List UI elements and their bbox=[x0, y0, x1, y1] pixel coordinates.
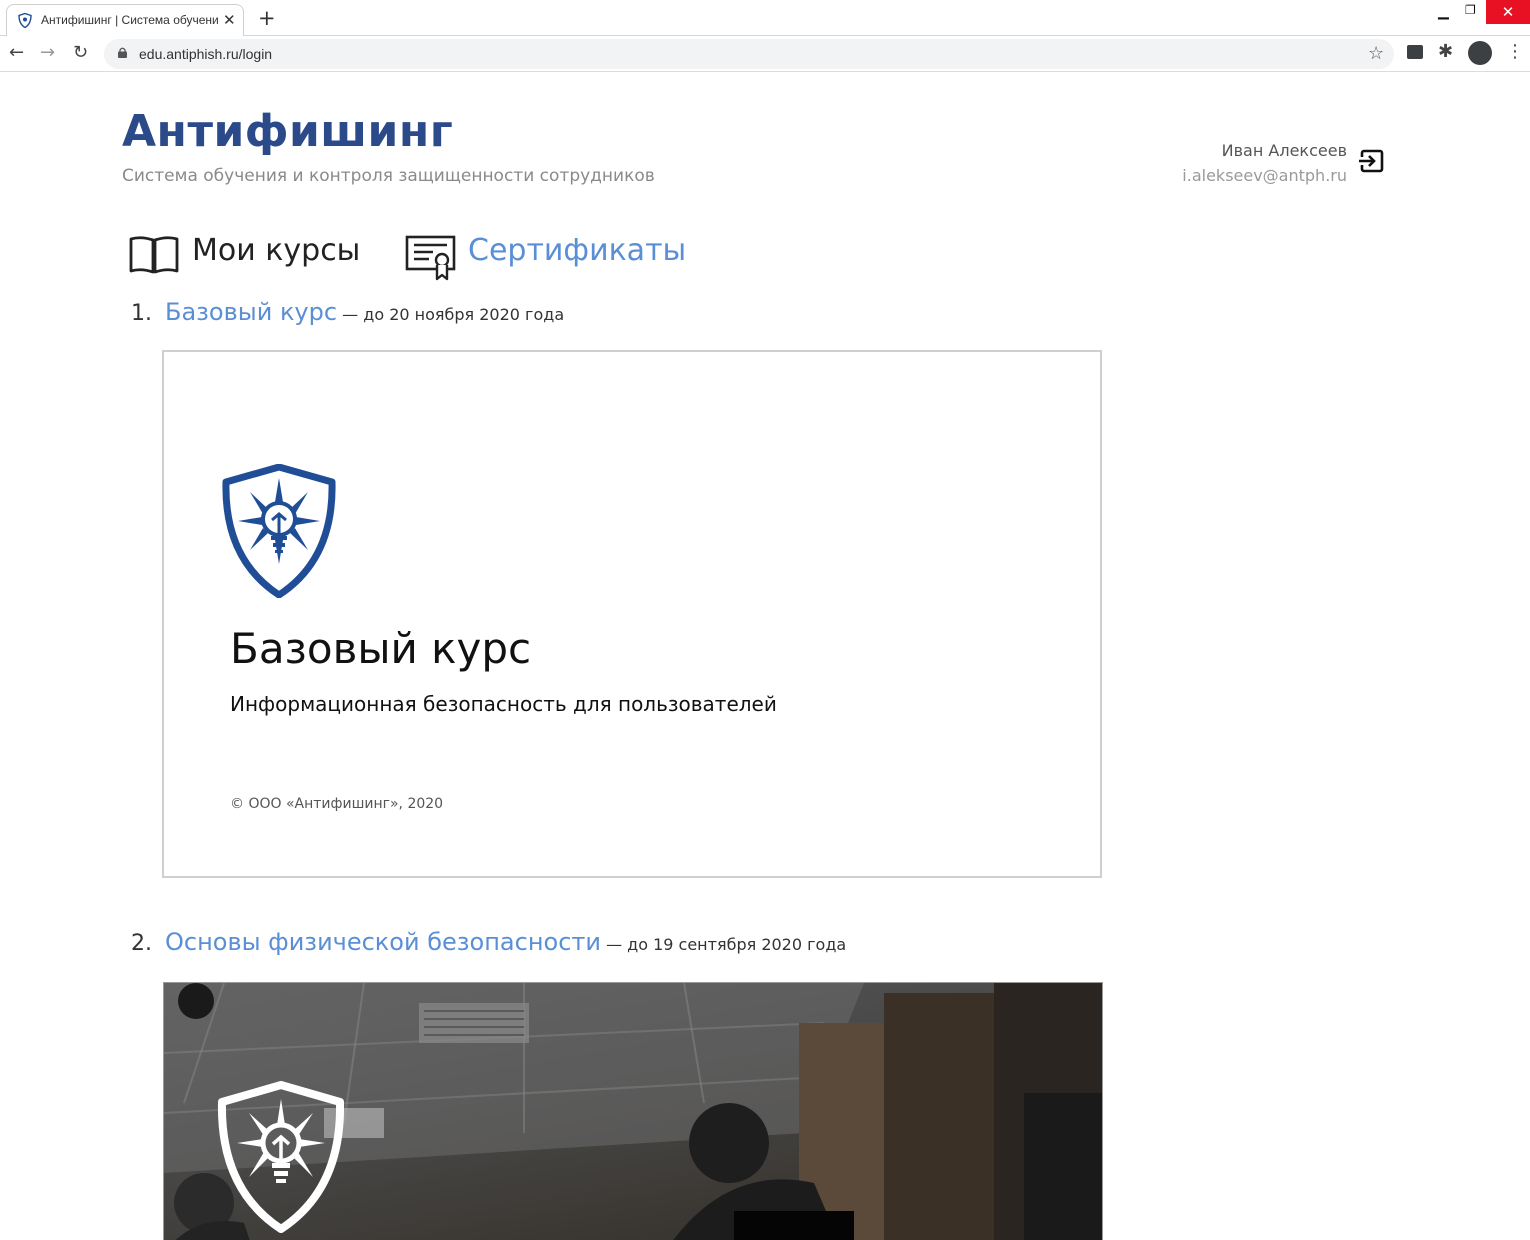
reload-icon[interactable]: ↻ bbox=[73, 42, 88, 64]
course-number: 1. bbox=[131, 301, 152, 326]
site-title[interactable]: Антифишинг bbox=[122, 106, 453, 157]
minimize-icon[interactable]: ▁ bbox=[1438, 4, 1449, 20]
user-email: i.alekseev@antph.ru bbox=[1182, 166, 1347, 185]
window-close-icon[interactable]: ✕ bbox=[1486, 0, 1530, 24]
restore-icon[interactable]: ❐ bbox=[1465, 3, 1476, 17]
cover-copyright: © ООО «Антифишинг», 2020 bbox=[230, 796, 444, 812]
puzzle-icon[interactable]: ✱ bbox=[1438, 41, 1453, 62]
address-bar[interactable]: edu.antiphish.ru/login ☆ bbox=[104, 39, 1394, 69]
profile-icon[interactable] bbox=[1468, 41, 1492, 65]
shield-lightbulb-logo-icon bbox=[222, 464, 336, 598]
certificate-icon bbox=[405, 235, 456, 281]
nav-certificates-label: Сертификаты bbox=[468, 233, 687, 268]
browser-tab[interactable]: Антифишинг | Система обучения ✕ bbox=[6, 4, 244, 36]
forward-arrow-icon[interactable]: → bbox=[40, 42, 55, 64]
book-icon bbox=[129, 236, 179, 274]
browser-tabstrip: Антифишинг | Система обучения ✕ + ▁ ❐ ✕ bbox=[0, 0, 1530, 36]
course-item: 1. Базовый курс — до 20 ноября 2020 года bbox=[131, 298, 564, 326]
shield-favicon-icon bbox=[18, 13, 32, 28]
cover-title: Базовый курс bbox=[230, 624, 532, 673]
url-text: edu.antiphish.ru/login bbox=[139, 46, 273, 62]
plus-icon[interactable]: + bbox=[258, 6, 276, 30]
course-due-date: — до 20 ноября 2020 года bbox=[342, 305, 565, 324]
extension-icon[interactable] bbox=[1407, 45, 1423, 59]
user-name: Иван Алексеев bbox=[1221, 141, 1347, 160]
course-cover-basic[interactable]: Базовый курс Информационная безопасность… bbox=[162, 350, 1102, 878]
course-link[interactable]: Основы физической безопасности bbox=[165, 928, 601, 956]
course-item: 2. Основы физической безопасности — до 19… bbox=[131, 928, 846, 956]
back-arrow-icon[interactable]: ← bbox=[9, 42, 24, 64]
course-number: 2. bbox=[131, 931, 152, 956]
cover-subtitle: Информационная безопасность для пользова… bbox=[230, 692, 777, 716]
tab-title: Антифишинг | Система обучения bbox=[41, 13, 219, 27]
nav-my-courses-label: Мои курсы bbox=[192, 233, 361, 268]
course-cover-physical-security[interactable] bbox=[163, 982, 1103, 1240]
kebab-menu-icon[interactable]: ⋮ bbox=[1506, 42, 1524, 62]
star-icon[interactable]: ☆ bbox=[1368, 43, 1384, 64]
lock-icon bbox=[118, 47, 127, 58]
close-icon[interactable]: ✕ bbox=[223, 10, 236, 30]
shield-lightbulb-logo-icon bbox=[217, 1081, 345, 1233]
browser-toolbar: ← → ↻ edu.antiphish.ru/login ☆ ✱ ⋮ bbox=[0, 36, 1530, 72]
logout-icon[interactable] bbox=[1359, 148, 1385, 174]
site-subtitle: Система обучения и контроля защищенности… bbox=[122, 166, 655, 186]
course-due-date: — до 19 сентября 2020 года bbox=[606, 935, 847, 954]
course-link[interactable]: Базовый курс bbox=[165, 298, 337, 326]
